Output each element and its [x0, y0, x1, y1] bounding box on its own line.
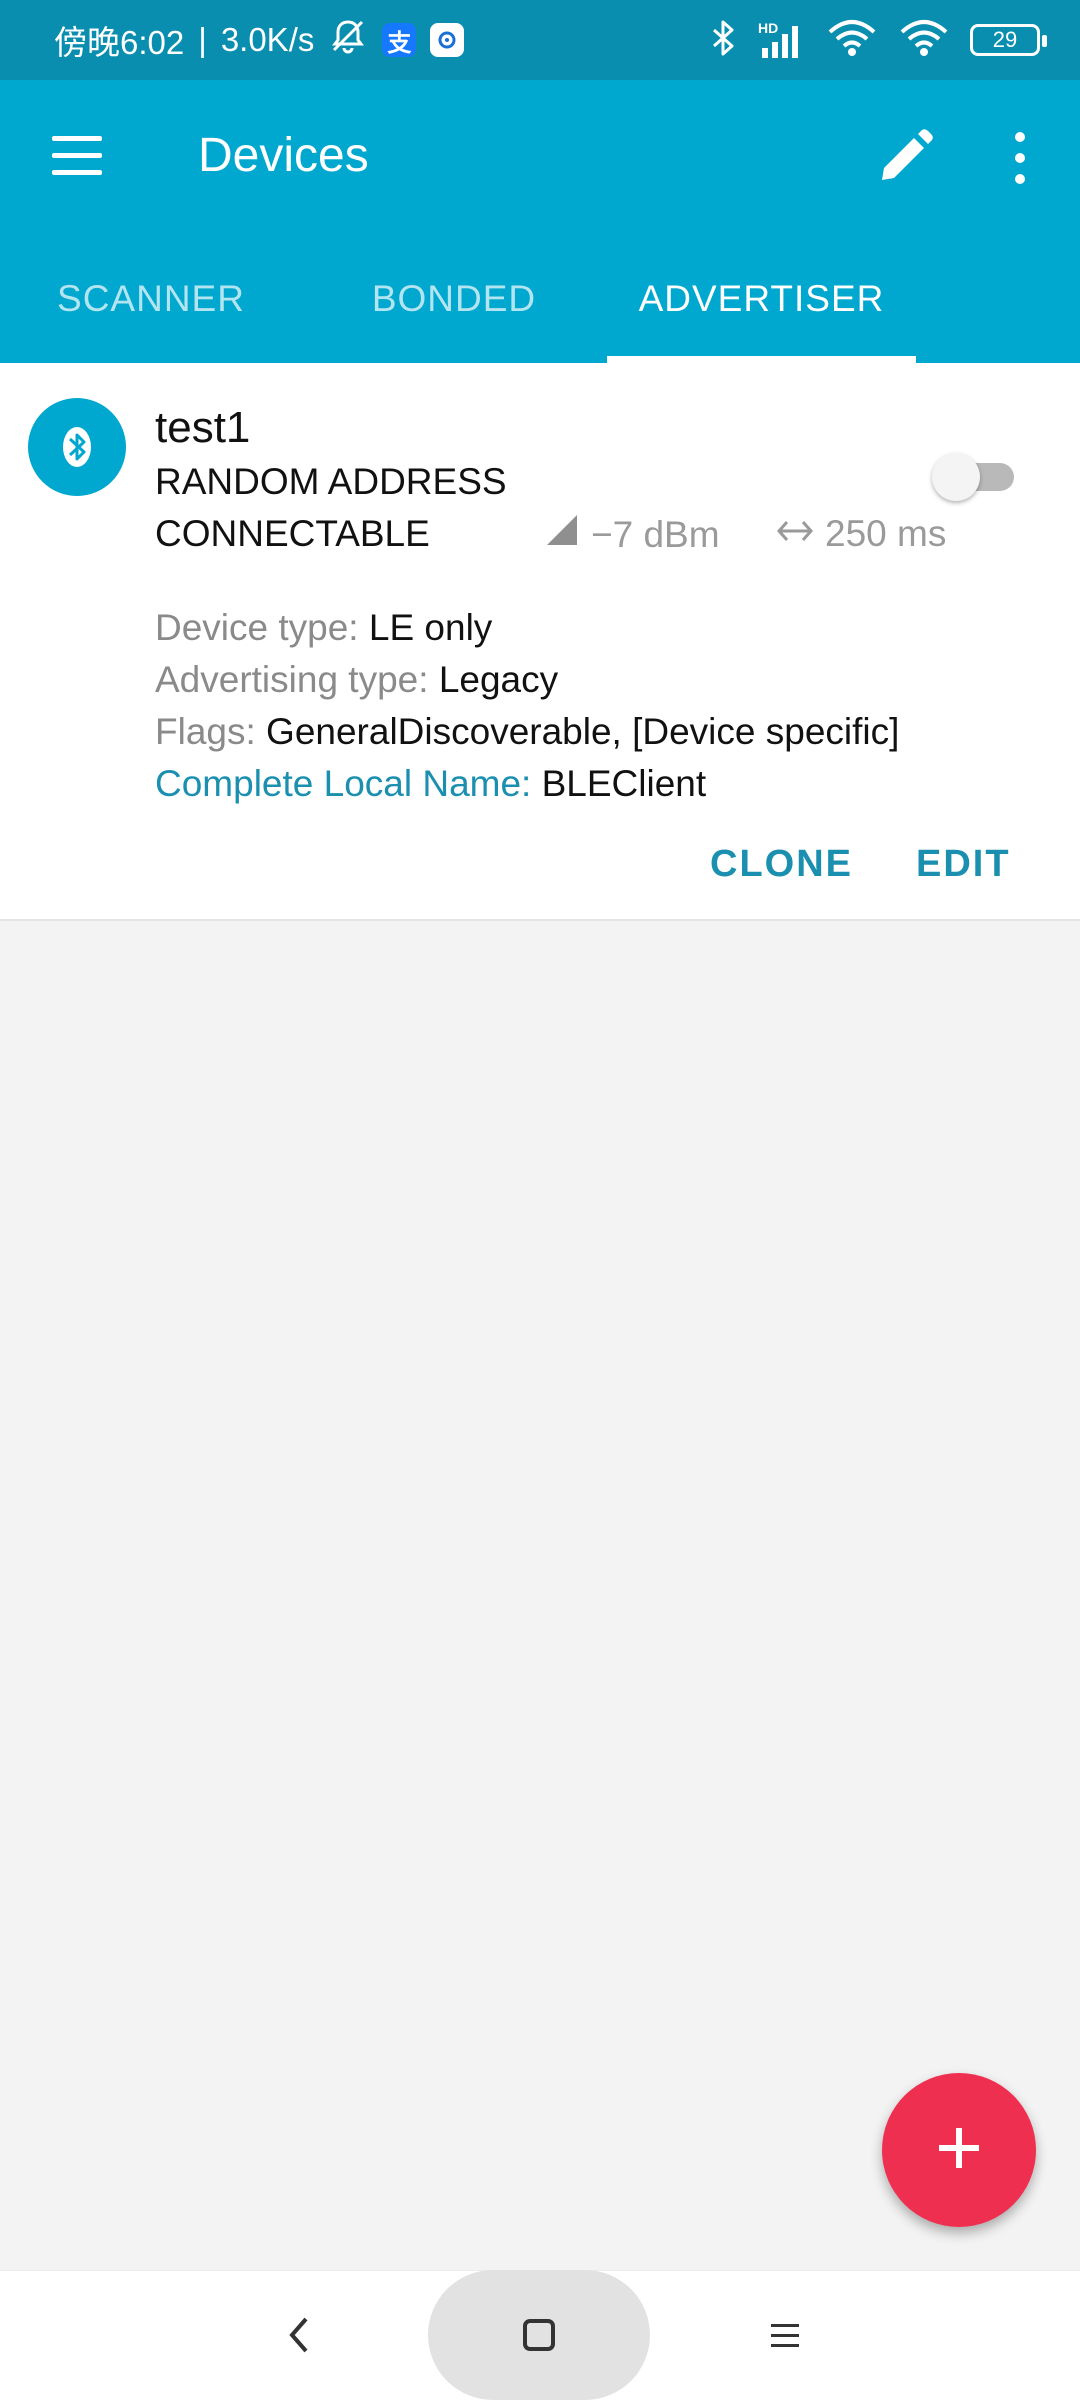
address-type: RANDOM ADDRESS [155, 461, 507, 502]
bluetooth-icon [710, 18, 738, 63]
connectable-status: CONNECTABLE [155, 513, 430, 554]
status-right: HD 29 [710, 18, 1047, 63]
recents-icon[interactable] [750, 2300, 820, 2370]
device-type-label: Device type: [155, 607, 359, 648]
add-advertiser-button[interactable] [882, 2073, 1036, 2227]
status-speed: 3.0K/s [220, 21, 315, 58]
local-name-row: Complete Local Name: BLEClient [155, 763, 706, 805]
local-name-label: Complete Local Name: [155, 763, 532, 804]
tab-bonded[interactable]: BONDED [324, 235, 584, 363]
clone-button[interactable]: CLONE [710, 843, 853, 886]
tab-advertiser[interactable]: ADVERTISER [607, 235, 916, 363]
back-icon[interactable] [264, 2300, 334, 2370]
status-bar: 傍晚6:02 | 3.0K/s 支 HD 29 [0, 0, 1080, 80]
mute-icon [328, 16, 368, 64]
app-bar: Devices SCANNER BONDED ADVERTISER [0, 80, 1080, 363]
advertiser-card: test1 RANDOM ADDRESS CONNECTABLE −7 dBm … [0, 363, 1080, 921]
device-type-row: Device type: LE only [155, 607, 492, 649]
tx-power-value: −7 dBm [591, 513, 720, 555]
adv-type-value: Legacy [438, 659, 559, 700]
interval-value: 250 ms [825, 513, 947, 554]
advertiser-name: test1 [155, 403, 251, 452]
status-time: 傍晚6:02 [54, 24, 185, 61]
status-separator: | [198, 21, 207, 58]
app-icon [430, 23, 465, 57]
adv-type-row: Advertising type: Legacy [155, 659, 558, 701]
local-name-value: BLEClient [541, 763, 707, 804]
edit-button[interactable]: EDIT [916, 843, 1011, 886]
wifi-icon [826, 18, 878, 63]
tx-power: −7 dBm [545, 513, 720, 556]
tab-scanner[interactable]: SCANNER [22, 235, 280, 363]
signal-icon: HD [758, 20, 806, 60]
advertise-toggle[interactable] [932, 451, 1022, 501]
page-title: Devices [198, 129, 369, 182]
battery-icon: 29 [970, 24, 1047, 56]
pencil-icon[interactable] [872, 126, 936, 190]
plus-icon [937, 2126, 981, 2175]
menu-icon[interactable] [52, 136, 102, 176]
battery-level: 29 [992, 27, 1018, 52]
tab-bar: SCANNER BONDED ADVERTISER [0, 235, 1080, 363]
toolbar: Devices [0, 80, 1080, 235]
status-left: 傍晚6:02 | 3.0K/s 支 [54, 16, 465, 64]
interval-arrows-icon [775, 513, 815, 555]
flags-row: Flags: GeneralDiscoverable, [Device spec… [155, 711, 899, 753]
wifi-icon [898, 18, 950, 63]
flags-value: GeneralDiscoverable, [Device specific] [266, 711, 900, 752]
device-type-value: LE only [368, 607, 493, 648]
bluetooth-icon [28, 398, 126, 496]
signal-strength-icon [545, 513, 579, 556]
more-vert-icon[interactable] [1000, 128, 1040, 188]
flags-label: Flags: [155, 711, 256, 752]
adv-interval: 250 ms [775, 513, 946, 555]
adv-type-label: Advertising type: [155, 659, 429, 700]
home-icon[interactable] [504, 2300, 574, 2370]
alipay-icon: 支 [382, 23, 417, 57]
